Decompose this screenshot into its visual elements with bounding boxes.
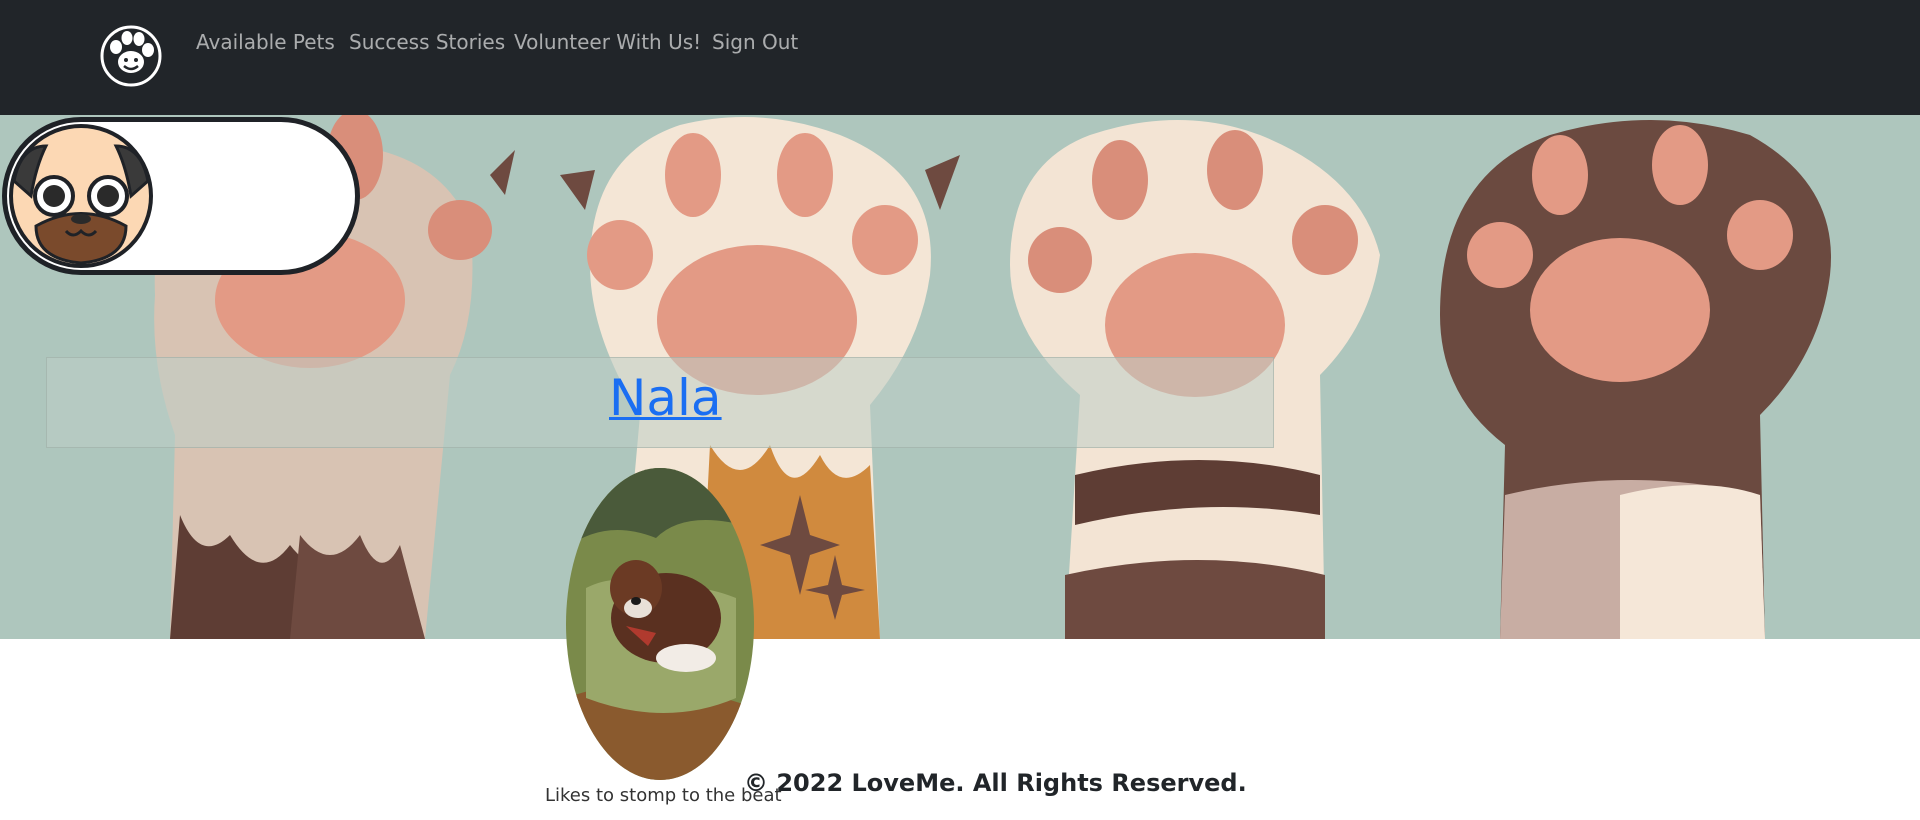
paw-logo-icon[interactable]: [98, 22, 164, 88]
pug-mascot-icon: [6, 121, 156, 271]
dog-photo: [566, 468, 754, 780]
nav-link-success-stories[interactable]: Success Stories: [349, 29, 505, 55]
navbar: Available Pets Success Stories Volunteer…: [0, 0, 1920, 115]
footer-copyright: © 2022 LoveMe. All Rights Reserved.: [744, 769, 1247, 797]
nav-link-sign-out[interactable]: Sign Out: [712, 29, 798, 55]
nav-link-available-pets[interactable]: Available Pets: [196, 29, 335, 55]
pet-name-link[interactable]: Nala: [609, 362, 722, 434]
nav-link-volunteer[interactable]: Volunteer With Us!: [514, 29, 701, 55]
